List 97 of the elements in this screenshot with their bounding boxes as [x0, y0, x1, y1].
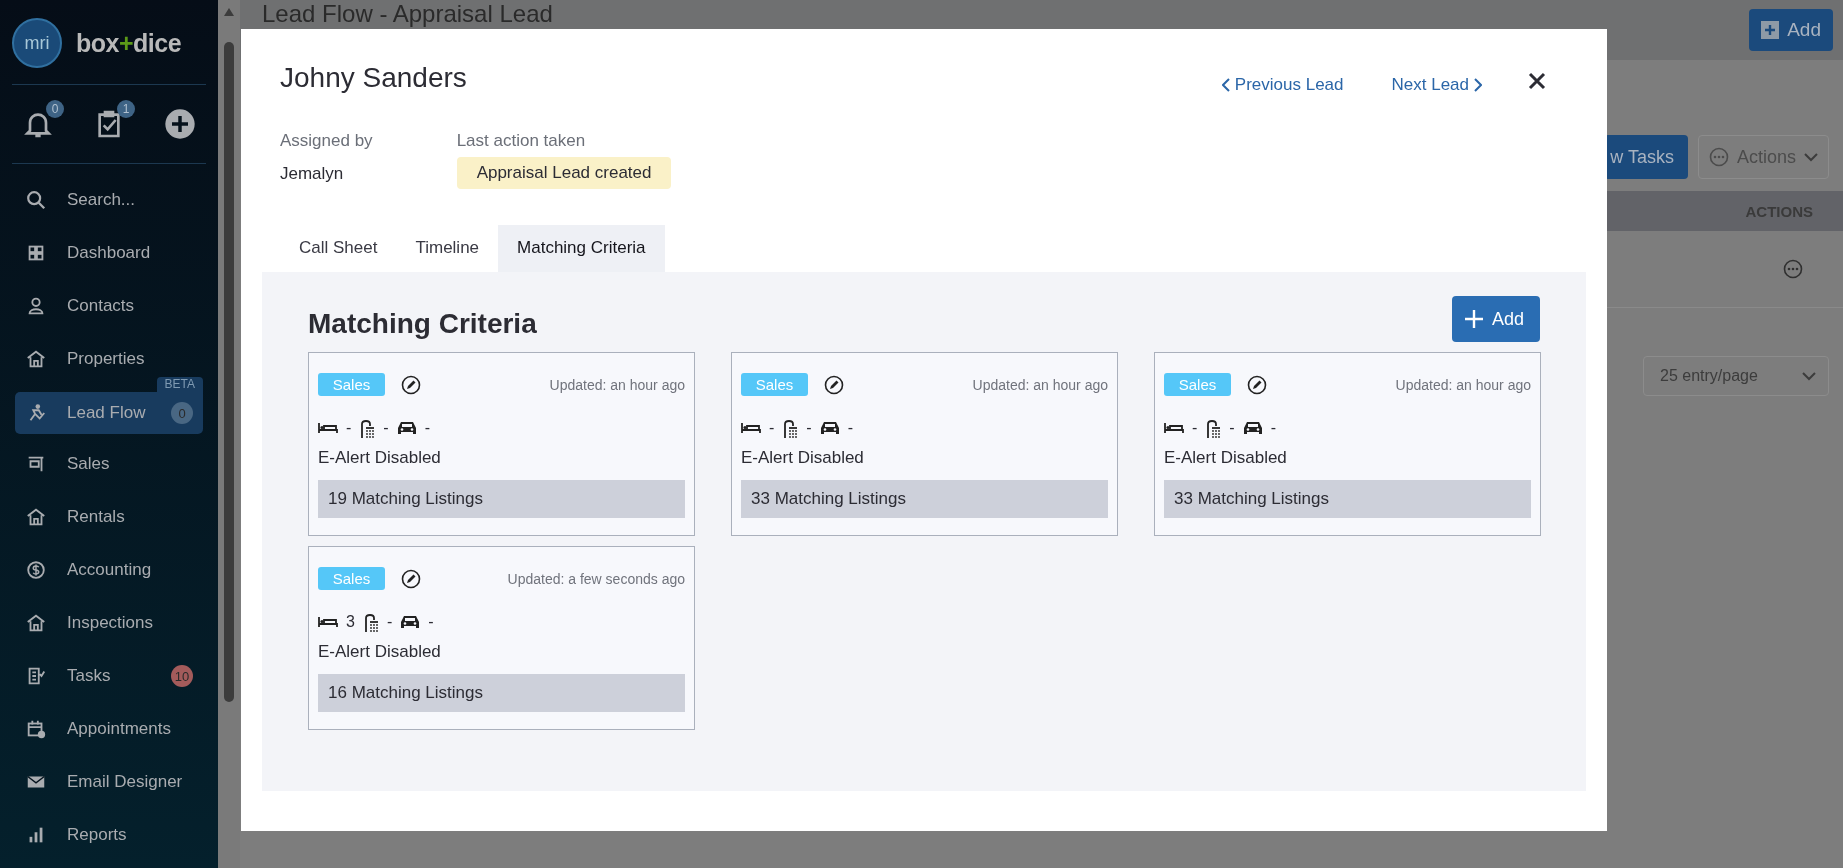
sidebar-item[interactable]: Lead Flow 0: [15, 392, 203, 434]
alert-status: E-Alert Disabled: [318, 642, 442, 662]
search-icon: [25, 189, 47, 211]
status-pill: Appraisal Lead created: [456, 157, 672, 189]
section-title: Matching Criteria: [308, 308, 537, 340]
calendar-icon: [25, 718, 47, 740]
shower-icon: [1205, 418, 1222, 438]
field-label: Assigned by: [280, 131, 373, 151]
field-label: Last action taken: [456, 131, 587, 151]
edit-icon[interactable]: [401, 568, 421, 589]
car-icon: [819, 420, 840, 436]
type-tag: Sales: [318, 567, 385, 590]
alert-status: E-Alert Disabled: [1164, 448, 1288, 468]
bed-count: -: [1192, 419, 1198, 437]
edit-icon[interactable]: [824, 374, 844, 395]
bed-count: -: [346, 419, 352, 437]
beta-tag: BETA: [156, 377, 203, 392]
type-tag: Sales: [318, 373, 385, 396]
shower-icon: [782, 418, 799, 438]
count-badge: 0: [171, 402, 193, 424]
matching-listings-bar[interactable]: 19 Matching Listings: [318, 480, 685, 518]
matching-listings-bar[interactable]: 16 Matching Listings: [318, 674, 685, 712]
car-count: -: [1270, 419, 1276, 437]
logo[interactable]: mri: [12, 18, 62, 68]
bath-count: -: [386, 613, 393, 631]
alert-status: E-Alert Disabled: [741, 448, 865, 468]
sidebar-item[interactable]: Accounting: [15, 553, 203, 587]
scroll-thumb[interactable]: [224, 42, 234, 702]
count-badge: 0: [46, 100, 64, 118]
sidebar-item[interactable]: Dashboard: [15, 236, 203, 270]
sidebar-item[interactable]: Appointments: [15, 712, 203, 746]
bed-count: 3: [346, 613, 355, 631]
shower-icon: [359, 418, 376, 438]
dollar-icon: [25, 559, 47, 581]
house-icon: [25, 506, 47, 528]
car-count: -: [847, 419, 853, 437]
type-tag: Sales: [1164, 373, 1231, 396]
sidebar-item[interactable]: Reports: [15, 818, 203, 852]
type-tag: Sales: [741, 373, 808, 396]
bed-icon: [741, 422, 761, 434]
tasks-button[interactable]: w Tasks: [1604, 135, 1688, 179]
page-title: Lead Flow - Appraisal Lead: [262, 0, 553, 28]
alert-status: E-Alert Disabled: [318, 448, 442, 468]
edit-icon[interactable]: [1247, 374, 1267, 395]
scrollbar[interactable]: [218, 0, 240, 868]
count-badge: 1: [117, 100, 135, 118]
house-icon: [25, 348, 47, 370]
car-count: -: [428, 613, 434, 631]
next-lead-link[interactable]: Next Lead: [1391, 75, 1482, 95]
sidebar-item[interactable]: Sales: [15, 447, 203, 481]
car-icon: [396, 420, 417, 436]
edit-icon[interactable]: [401, 374, 421, 395]
sidebar-item[interactable]: Email Designer: [15, 765, 203, 799]
close-icon: [1528, 72, 1546, 90]
bed-icon: [318, 422, 338, 434]
updated-time: Updated: a few seconds ago: [507, 570, 685, 587]
chevron-left-icon: [1221, 78, 1230, 92]
sidebar-item[interactable]: Rentals: [15, 500, 203, 534]
tab[interactable]: Matching Criteria: [498, 225, 665, 272]
bed-icon: [1164, 422, 1184, 434]
ellipsis-icon[interactable]: [1783, 259, 1803, 279]
car-icon: [1242, 420, 1263, 436]
lead-name: Johny Sanders: [280, 62, 468, 94]
sidebar-item[interactable]: Inspections: [15, 606, 203, 640]
updated-time: Updated: an hour ago: [1395, 376, 1531, 393]
chevron-right-icon: [1474, 78, 1482, 92]
plus-icon: [1463, 309, 1484, 329]
count-badge: 10: [171, 665, 193, 687]
scroll-up-icon[interactable]: [224, 8, 234, 16]
chevron-down-icon: [1804, 152, 1818, 162]
updated-time: Updated: an hour ago: [972, 376, 1108, 393]
bath-count: -: [806, 419, 812, 437]
bed-icon: [318, 616, 338, 628]
plus-square-icon: [1761, 21, 1780, 39]
car-icon: [400, 614, 421, 630]
previous-lead-link[interactable]: Previous Lead: [1221, 75, 1344, 95]
bath-count: -: [383, 419, 389, 437]
sidebar-item[interactable]: Properties: [15, 342, 203, 376]
bed-count: -: [769, 419, 775, 437]
updated-time: Updated: an hour ago: [549, 376, 685, 393]
matching-listings-bar[interactable]: 33 Matching Listings: [1164, 480, 1531, 518]
brand-name: box+dice: [76, 28, 182, 58]
close-button[interactable]: [1526, 70, 1548, 92]
sidebar-item[interactable]: Contacts: [15, 289, 203, 323]
add-icon[interactable]: [164, 108, 196, 140]
matching-listings-bar[interactable]: 33 Matching Listings: [741, 480, 1108, 518]
sidebar-item[interactable]: Tasks 10: [15, 659, 203, 693]
car-count: -: [424, 419, 430, 437]
shower-icon: [362, 612, 379, 632]
ellipsis-icon: [1708, 147, 1729, 167]
add-button[interactable]: Add: [1749, 9, 1833, 51]
chevron-down-icon: [1802, 371, 1816, 381]
sidebar-item[interactable]: Search...: [15, 183, 203, 217]
field-value: Jemalyn: [280, 163, 345, 184]
bath-count: -: [1229, 419, 1235, 437]
house-icon: [25, 612, 47, 634]
add-button[interactable]: Add: [1451, 296, 1540, 342]
